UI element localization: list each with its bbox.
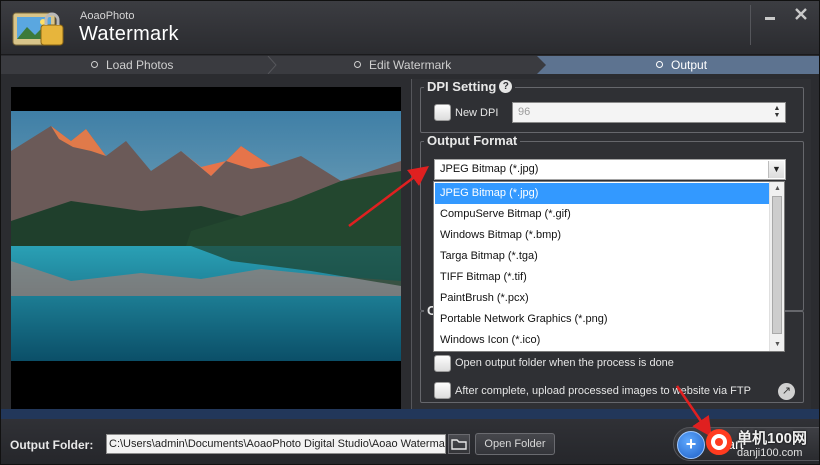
list-item[interactable]: Windows Bitmap (*.bmp)	[435, 225, 769, 246]
list-item[interactable]: PaintBrush (*.pcx)	[435, 288, 769, 309]
dpi-value-spinner[interactable]: 96 ▲ ▼	[512, 102, 786, 123]
title-bar: AoaoPhoto Watermark	[1, 1, 819, 55]
step-dot-icon	[656, 61, 663, 69]
minimize-icon	[765, 17, 775, 20]
scroll-up-icon[interactable]: ▲	[770, 182, 785, 195]
progress-strip	[1, 409, 819, 419]
photo-preview	[11, 87, 401, 409]
scroll-thumb[interactable]	[772, 196, 782, 334]
minimize-button[interactable]	[757, 7, 783, 27]
list-item[interactable]: Targa Bitmap (*.tga)	[435, 246, 769, 267]
output-folder-path[interactable]: C:\Users\admin\Documents\AoaoPhoto Digit…	[106, 434, 446, 454]
step-label: Output	[671, 58, 708, 72]
chevron-right-icon	[267, 56, 277, 74]
browse-folder-button[interactable]	[448, 434, 470, 454]
upload-ftp-label: After complete, upload processed images …	[455, 385, 751, 397]
close-icon	[795, 8, 807, 20]
app-window: AoaoPhoto Watermark Load Photos Edit Wat…	[0, 0, 820, 465]
chevron-down-icon[interactable]: ▼	[768, 161, 784, 178]
red-ring-icon	[706, 429, 732, 455]
title-separator	[750, 5, 751, 45]
output-format-selected: JPEG Bitmap (*.jpg)	[440, 163, 539, 175]
step-load-photos[interactable]: Load Photos	[91, 56, 173, 74]
folder-icon	[451, 439, 467, 450]
new-dpi-label: New DPI	[455, 107, 499, 119]
output-format-list: JPEG Bitmap (*.jpg) CompuServe Bitmap (*…	[433, 181, 785, 352]
output-format-legend: Output Format	[424, 133, 521, 148]
open-folder-checkbox[interactable]	[434, 355, 451, 372]
list-item[interactable]: Portable Network Graphics (*.png)	[435, 309, 769, 330]
landscape-photo	[11, 111, 401, 361]
step-dot-icon	[354, 61, 361, 69]
dpi-value: 96	[518, 106, 531, 118]
app-subtitle: AoaoPhoto	[80, 10, 135, 22]
start-icon: +	[677, 431, 705, 459]
output-format-select[interactable]: JPEG Bitmap (*.jpg) ▼	[434, 159, 786, 180]
list-item[interactable]: JPEG Bitmap (*.jpg)	[435, 183, 769, 204]
list-item[interactable]: TIFF Bitmap (*.tif)	[435, 267, 769, 288]
step-output[interactable]: Output	[546, 56, 819, 74]
bottom-bar: Output Folder: C:\Users\admin\Documents\…	[1, 419, 819, 464]
new-dpi-checkbox[interactable]	[434, 104, 451, 121]
step-edit-watermark[interactable]: Edit Watermark	[354, 56, 451, 74]
list-item[interactable]: CompuServe Bitmap (*.gif)	[435, 204, 769, 225]
ftp-settings-icon[interactable]: ↗	[778, 383, 795, 400]
list-item[interactable]: Windows Icon (*.ico)	[435, 330, 769, 351]
upload-ftp-checkbox[interactable]	[434, 382, 451, 399]
close-button[interactable]	[788, 7, 814, 27]
step-label: Load Photos	[106, 58, 174, 72]
app-title: Watermark	[79, 23, 179, 45]
step-dot-icon	[91, 61, 98, 69]
site-watermark-url: danji100.com	[737, 447, 803, 459]
open-folder-button[interactable]: Open Folder	[475, 433, 555, 455]
spin-arrows-icon: ▲ ▼	[773, 105, 781, 119]
step-bar: Load Photos Edit Watermark Output	[1, 56, 819, 74]
step-label: Edit Watermark	[369, 58, 452, 72]
step-active-chevron-icon	[537, 56, 546, 74]
output-folder-label: Output Folder:	[10, 438, 94, 452]
app-logo-icon	[11, 7, 67, 49]
open-folder-label: Open output folder when the process is d…	[455, 357, 674, 369]
scroll-down-icon[interactable]: ▼	[770, 338, 785, 351]
help-icon[interactable]: ?	[499, 80, 513, 94]
dpi-setting-title: DPI Setting	[427, 79, 497, 94]
dpi-setting-legend: DPI Setting?	[424, 79, 516, 95]
list-scrollbar[interactable]: ▲ ▼	[769, 182, 784, 351]
site-watermark-text: 单机100网	[737, 430, 808, 447]
